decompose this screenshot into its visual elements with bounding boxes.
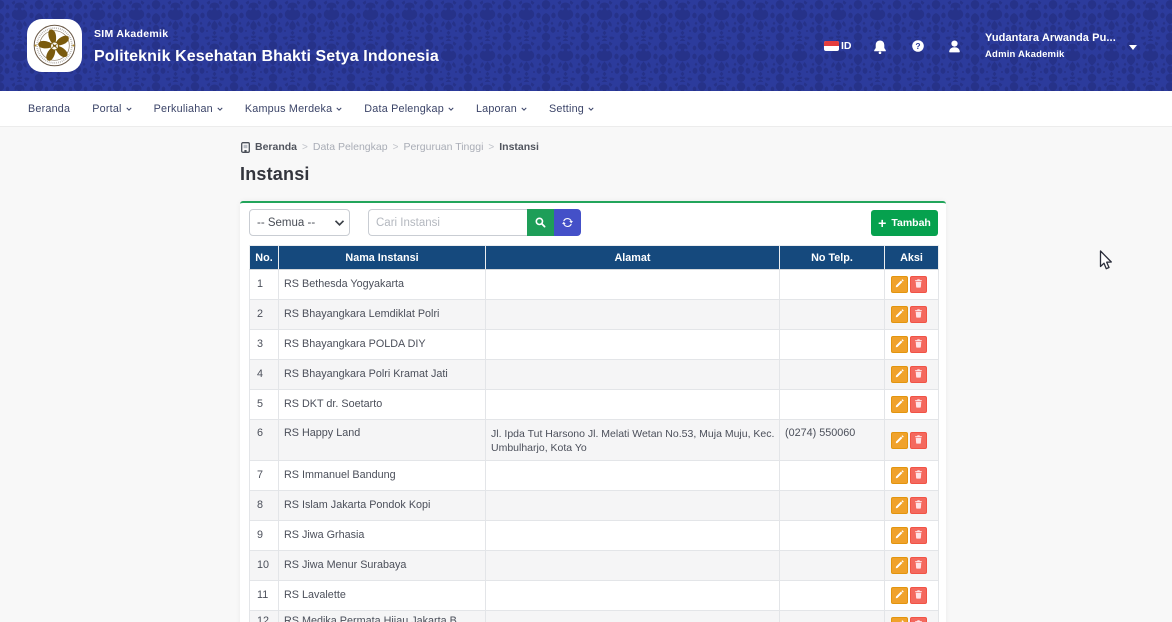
svg-text:?: ?: [915, 41, 920, 51]
